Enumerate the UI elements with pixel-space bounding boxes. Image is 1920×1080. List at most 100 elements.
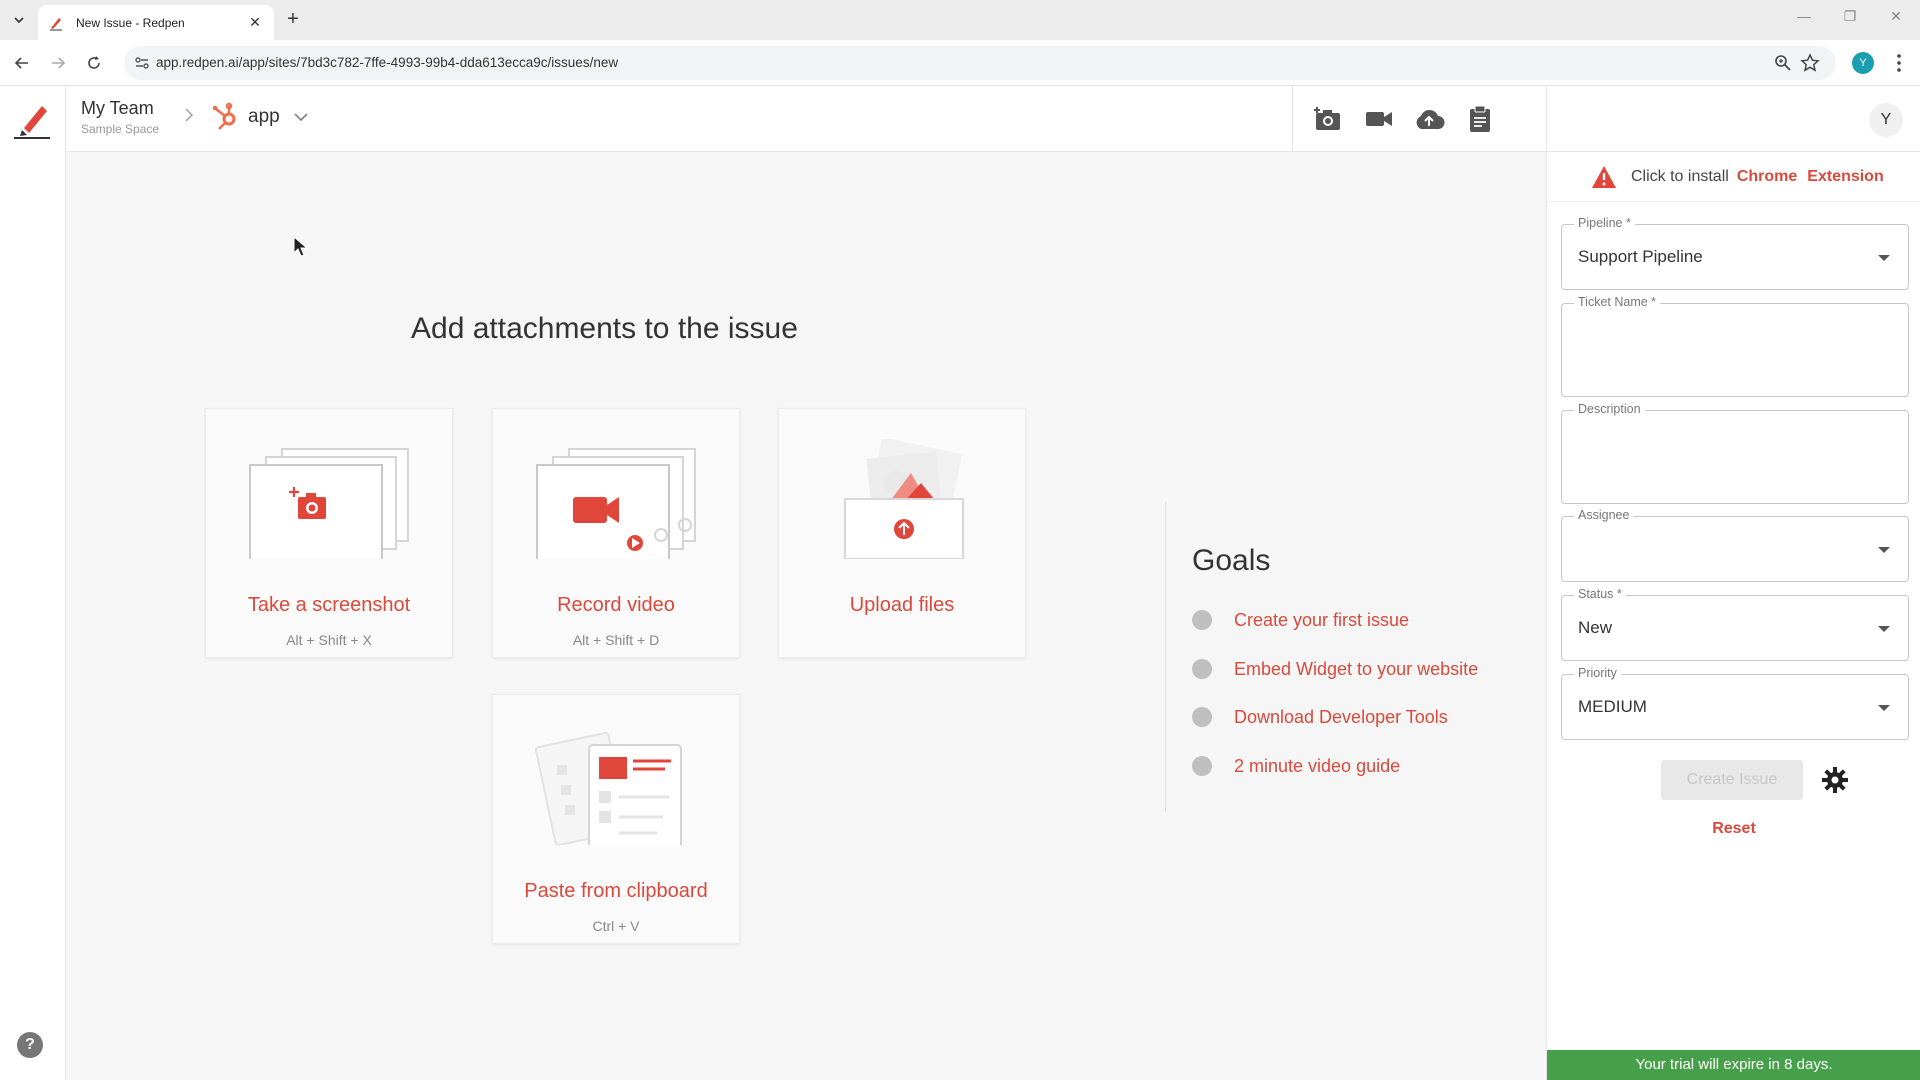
redpen-app: ? My Team Sample Space app Add attachmen… (0, 86, 1920, 1080)
help-icon[interactable]: ? (17, 1032, 43, 1058)
description-field[interactable]: Description (1561, 402, 1909, 504)
clipboard-illustration-icon (534, 731, 682, 845)
goal-status-dot (1192, 659, 1212, 679)
ticket-name-field[interactable]: Ticket Name * (1561, 295, 1909, 397)
left-rail: ? (0, 86, 66, 1080)
zoom-icon[interactable] (1774, 54, 1792, 72)
assignee-label: Assignee (1574, 508, 1634, 522)
goal-link[interactable]: 2 minute video guide (1234, 756, 1400, 777)
redpen-favicon-icon (50, 17, 62, 30)
team-space: Sample Space (81, 122, 160, 136)
video-illustration-icon (536, 448, 696, 559)
panel-header: Y (1546, 86, 1920, 152)
page-title: Add attachments to the issue (411, 312, 798, 345)
upload-illustration-icon (844, 439, 964, 559)
take-screenshot-card[interactable]: Take a screenshot Alt + Shift + X (205, 408, 453, 658)
goal-status-dot (1192, 756, 1212, 776)
priority-select[interactable]: Priority MEDIUM (1561, 666, 1909, 740)
cloud-upload-icon[interactable] (1412, 102, 1446, 136)
pipeline-value: Support Pipeline (1578, 247, 1703, 266)
goal-status-dot (1192, 707, 1212, 727)
reload-icon[interactable] (82, 51, 106, 75)
description-label: Description (1574, 402, 1645, 416)
goal-status-dot (1192, 610, 1212, 630)
priority-value: MEDIUM (1578, 697, 1647, 716)
site-info-icon[interactable] (134, 55, 150, 71)
pipeline-select[interactable]: Pipeline * Support Pipeline (1561, 216, 1909, 290)
user-avatar[interactable]: Y (1869, 103, 1903, 137)
dropdown-caret-icon (1878, 255, 1890, 261)
new-tab-icon[interactable]: + (282, 9, 304, 31)
dropdown-caret-icon (1878, 626, 1890, 632)
goals-divider (1165, 502, 1166, 812)
issue-form-panel: Click to install Chrome Extension Pipeli… (1546, 152, 1920, 1080)
redpen-logo-icon[interactable] (10, 98, 54, 142)
status-label: Status * (1574, 587, 1626, 601)
goal-link[interactable]: Download Developer Tools (1234, 707, 1448, 728)
url-text: app.redpen.ai/app/sites/7bd3c782-7ffe-49… (156, 55, 619, 70)
card-label: Take a screenshot (247, 594, 411, 616)
screenshot-illustration-icon (249, 448, 409, 559)
install-extension-link[interactable]: Extension (1807, 168, 1883, 186)
breadcrumb-chevron-icon (184, 108, 194, 125)
back-icon[interactable] (10, 51, 34, 75)
browser-profile-avatar[interactable]: Y (1852, 52, 1874, 74)
goal-item[interactable]: Create your first issue (1192, 608, 1409, 632)
paste-clipboard-card[interactable]: Paste from clipboard Ctrl + V (492, 694, 740, 944)
card-shortcut: Alt + Shift + D (572, 632, 660, 648)
reset-link[interactable]: Reset (1547, 820, 1920, 838)
attachments-area: Add attachments to the issue Take a scre… (66, 152, 1546, 1080)
upload-files-card[interactable]: Upload files (778, 408, 1026, 658)
goals-title: Goals (1192, 544, 1271, 577)
mouse-cursor-icon (293, 236, 309, 257)
card-label: Paste from clipboard (524, 880, 708, 902)
team-switcher[interactable]: My Team Sample Space (81, 98, 159, 136)
restore-icon[interactable]: ❐ (1838, 8, 1862, 25)
forward-icon[interactable] (46, 51, 70, 75)
install-chrome-link[interactable]: Chrome (1737, 168, 1797, 186)
project-name[interactable]: app (248, 106, 280, 128)
add-screenshot-camera-icon[interactable] (1311, 102, 1345, 136)
assignee-select[interactable]: Assignee (1561, 508, 1909, 582)
bookmark-star-icon[interactable] (1800, 53, 1820, 73)
tab-search-icon[interactable] (8, 9, 30, 31)
record-video-card[interactable]: Record video Alt + Shift + D (492, 408, 740, 658)
browser-menu-icon[interactable] (1892, 52, 1906, 74)
project-dropdown-chevron-icon[interactable] (294, 112, 308, 122)
browser-tab-active[interactable]: New Issue - Redpen ✕ (38, 5, 274, 40)
tab-close-icon[interactable]: ✕ (246, 14, 264, 31)
install-text: Click to install (1631, 167, 1729, 185)
goal-link[interactable]: Create your first issue (1234, 610, 1409, 631)
header-divider (1292, 86, 1293, 152)
goal-item[interactable]: Embed Widget to your website (1192, 657, 1478, 681)
clipboard-icon[interactable] (1463, 102, 1497, 136)
browser-tabstrip: New Issue - Redpen ✕ + — ❐ ✕ (0, 0, 1920, 40)
app-header: My Team Sample Space app (66, 86, 1546, 152)
hubspot-project-icon (212, 102, 236, 130)
record-video-camera-icon[interactable] (1362, 102, 1396, 136)
dropdown-caret-icon (1878, 547, 1890, 553)
browser-toolbar: app.redpen.ai/app/sites/7bd3c782-7ffe-49… (0, 40, 1920, 86)
ticket-name-label: Ticket Name * (1574, 295, 1661, 309)
create-issue-button[interactable]: Create Issue (1661, 760, 1803, 800)
warning-icon (1592, 165, 1616, 188)
tab-title: New Issue - Redpen (76, 15, 185, 30)
goal-item[interactable]: Download Developer Tools (1192, 705, 1448, 729)
card-label: Record video (557, 594, 675, 616)
address-bar[interactable]: app.redpen.ai/app/sites/7bd3c782-7ffe-49… (124, 46, 1836, 80)
goal-item[interactable]: 2 minute video guide (1192, 754, 1400, 778)
card-shortcut: Ctrl + V (592, 918, 640, 934)
window-close-icon[interactable]: ✕ (1884, 8, 1908, 25)
minimize-icon[interactable]: — (1792, 8, 1816, 24)
install-extension-banner[interactable]: Click to install Chrome Extension (1547, 152, 1920, 202)
status-value: New (1578, 618, 1613, 637)
card-shortcut: Alt + Shift + X (286, 632, 372, 648)
dropdown-caret-icon (1878, 705, 1890, 711)
gear-icon[interactable] (1821, 766, 1849, 794)
status-select[interactable]: Status * New (1561, 587, 1909, 661)
trial-expiry-banner[interactable]: Your trial will expire in 8 days. (1547, 1050, 1920, 1080)
card-label: Upload files (849, 594, 955, 616)
pipeline-label: Pipeline * (1574, 216, 1635, 230)
goal-link[interactable]: Embed Widget to your website (1234, 659, 1478, 680)
team-name: My Team (81, 98, 154, 118)
